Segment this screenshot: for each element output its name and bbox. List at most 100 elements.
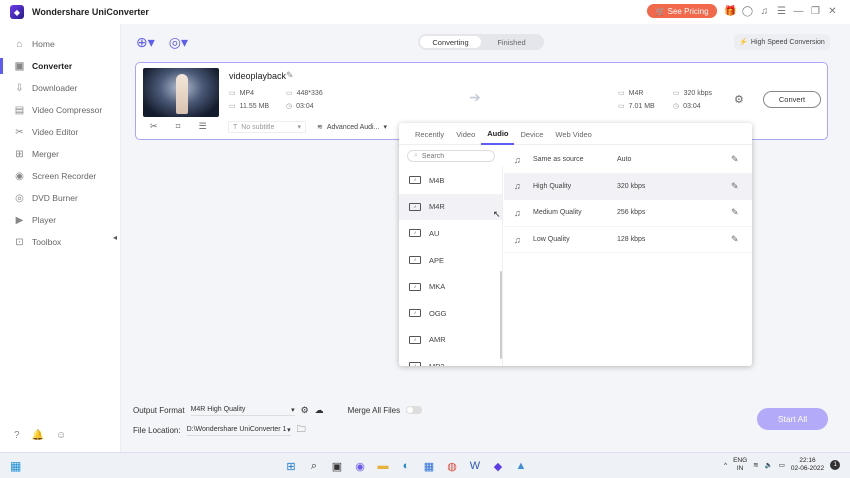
sidebar-item-converter[interactable]: ▣ Converter xyxy=(0,55,120,77)
sidebar-collapse-icon[interactable]: ◂ xyxy=(113,233,117,242)
crop-icon[interactable]: ⌗ xyxy=(176,121,181,132)
format-item-ape[interactable]: ♪ APE xyxy=(399,247,502,274)
battery-icon[interactable]: ▭ xyxy=(779,461,785,469)
sidebar-item-label: DVD Burner xyxy=(32,193,78,203)
music-note-icon: ♫ xyxy=(514,207,521,218)
format-search[interactable]: ⌕ xyxy=(407,150,495,162)
windows-start-icon[interactable]: ⊞ xyxy=(283,458,299,474)
quality-item-medium-quality[interactable]: ♫ Medium Quality 256 kbps ✎ xyxy=(504,200,752,227)
tab-converting[interactable]: Converting xyxy=(420,36,481,48)
tab-device[interactable]: Device xyxy=(514,123,549,145)
folder-icon[interactable]: 🗀 xyxy=(297,422,306,438)
audio-track-dropdown[interactable]: ≋ Advanced Audi... ▾ xyxy=(313,121,391,133)
restore-icon[interactable]: ❐ xyxy=(807,3,824,20)
format-item-mp2[interactable]: ♪ MP2 xyxy=(399,353,502,366)
sidebar-item-video-compressor[interactable]: ▤ Video Compressor xyxy=(0,99,120,121)
audio-format-icon: ♪ xyxy=(409,176,421,185)
headset-icon[interactable]: ♫ xyxy=(756,3,773,20)
help-icon[interactable]: ? xyxy=(14,430,20,441)
wifi-icon[interactable]: ≋ xyxy=(753,461,758,469)
tab-recently[interactable]: Recently xyxy=(409,123,450,145)
dvd-burner-icon: ◎ xyxy=(15,192,24,204)
format-item-label: MKA xyxy=(429,282,446,292)
clock[interactable]: 22:16 02-06-2022 xyxy=(791,457,824,473)
word-icon[interactable]: W xyxy=(467,458,483,474)
rename-edit-icon[interactable]: ✎ xyxy=(286,70,294,81)
start-all-button[interactable]: Start All xyxy=(757,408,828,430)
video-compressor-icon: ▤ xyxy=(14,104,25,116)
file-explorer-icon[interactable]: ▬ xyxy=(375,458,391,474)
output-settings-icon[interactable]: ⚙ xyxy=(734,93,744,106)
home-icon: ⌂ xyxy=(16,38,23,50)
tray-chevron-icon[interactable]: ^ xyxy=(724,462,727,469)
store-icon[interactable]: ▦ xyxy=(421,458,437,474)
gift-icon[interactable]: 🎁 xyxy=(722,3,739,20)
quality-item-high-quality[interactable]: ♫ High Quality 320 kbps ✎ xyxy=(504,173,752,201)
video-thumbnail[interactable] xyxy=(143,68,219,117)
edit-quality-icon[interactable]: ✎ xyxy=(731,154,739,165)
music-note-icon: ♫ xyxy=(514,181,521,192)
chrome-icon[interactable]: ◍ xyxy=(444,458,460,474)
menu-icon[interactable]: ☰ xyxy=(773,3,790,20)
cloud-icon[interactable]: ☁ xyxy=(315,405,324,416)
format-item-m4b[interactable]: ♪ M4B xyxy=(399,167,502,194)
sidebar-item-toolbox[interactable]: ⊡ Toolbox xyxy=(0,231,120,253)
trim-icon[interactable]: ✂ xyxy=(150,121,158,132)
photos-icon[interactable]: ▲ xyxy=(513,458,529,474)
effects-icon[interactable]: ☰ xyxy=(199,121,207,132)
format-item-au[interactable]: ♪ AU xyxy=(399,220,502,247)
uniconverter-taskbar-icon[interactable]: ◆ xyxy=(490,458,506,474)
language-indicator[interactable]: ENG IN xyxy=(733,457,747,473)
format-list-scrollbar[interactable] xyxy=(500,271,502,359)
quality-item-low-quality[interactable]: ♫ Low Quality 128 kbps ✎ xyxy=(504,227,752,254)
subtitle-dropdown[interactable]: T No subtitle ▾ xyxy=(228,121,306,133)
edge-icon[interactable]: ◐ xyxy=(398,458,414,474)
sidebar-item-dvd-burner[interactable]: ◎ DVD Burner xyxy=(0,187,120,209)
add-files-icon[interactable]: ⊕▾ xyxy=(136,34,155,51)
edit-quality-icon[interactable]: ✎ xyxy=(731,234,739,245)
convert-button[interactable]: Convert xyxy=(763,91,821,108)
quality-item-same-as-source[interactable]: ♫ Same as source Auto ✎ xyxy=(504,147,752,174)
merge-all-toggle[interactable] xyxy=(406,406,423,414)
volume-icon[interactable]: 🔈 xyxy=(765,461,773,469)
sidebar-item-screen-recorder[interactable]: ◉ Screen Recorder xyxy=(0,165,120,187)
tab-video[interactable]: Video xyxy=(450,123,481,145)
music-note-icon: ♫ xyxy=(514,154,521,165)
sidebar-item-video-editor[interactable]: ✂ Video Editor xyxy=(0,121,120,143)
sidebar-item-home[interactable]: ⌂ Home xyxy=(0,33,120,55)
tab-audio[interactable]: Audio xyxy=(481,123,515,145)
format-search-input[interactable] xyxy=(421,152,482,160)
close-icon[interactable]: ✕ xyxy=(824,3,841,20)
edit-quality-icon[interactable]: ✎ xyxy=(731,207,739,218)
quality-name: Medium Quality xyxy=(533,209,582,217)
chat-icon[interactable]: ◉ xyxy=(352,458,368,474)
minimize-icon[interactable]: — xyxy=(790,3,807,20)
format-item-mka[interactable]: ♪ MKA xyxy=(399,273,502,300)
tab-finished[interactable]: Finished xyxy=(481,36,542,48)
format-item-ogg[interactable]: ♪ OGG xyxy=(399,300,502,327)
format-item-label: M4B xyxy=(429,175,445,185)
output-format-select[interactable]: M4R High Quality ▾ xyxy=(190,404,295,416)
quality-value: Auto xyxy=(617,156,632,164)
file-location-select[interactable]: D:\Wondershare UniConverter 1 ▾ xyxy=(186,424,291,436)
output-settings-icon[interactable]: ⚙ xyxy=(301,405,309,416)
high-speed-conversion-toggle[interactable]: ⚡ High Speed Conversion xyxy=(734,34,830,50)
sidebar-item-merger[interactable]: ⊞ Merger xyxy=(0,143,120,165)
sidebar-item-downloader[interactable]: ⇩ Downloader xyxy=(0,77,120,99)
search-icon[interactable]: ⌕ xyxy=(306,458,322,474)
sidebar-item-player[interactable]: ▶ Player xyxy=(0,209,120,231)
format-item-amr[interactable]: ♪ AMR xyxy=(399,327,502,354)
widgets-icon[interactable]: ▦ xyxy=(10,459,21,473)
see-pricing-button[interactable]: 🛒 See Pricing xyxy=(647,4,717,18)
format-item-m4r[interactable]: ♪ M4R xyxy=(399,193,502,221)
notification-badge[interactable]: 1 xyxy=(830,460,841,470)
notification-bell-icon[interactable]: 🔔 xyxy=(32,430,44,441)
merge-all-label: Merge All Files xyxy=(347,405,401,415)
quality-value: 128 kbps xyxy=(617,236,646,244)
avatar-icon[interactable]: ◯ xyxy=(739,3,756,20)
edit-quality-icon[interactable]: ✎ xyxy=(731,181,739,192)
tab-web-video[interactable]: Web Video xyxy=(549,123,597,145)
task-view-icon[interactable]: ▣ xyxy=(329,458,345,474)
add-from-device-icon[interactable]: ◎▾ xyxy=(169,34,188,51)
feedback-icon[interactable]: ☺ xyxy=(56,430,66,441)
